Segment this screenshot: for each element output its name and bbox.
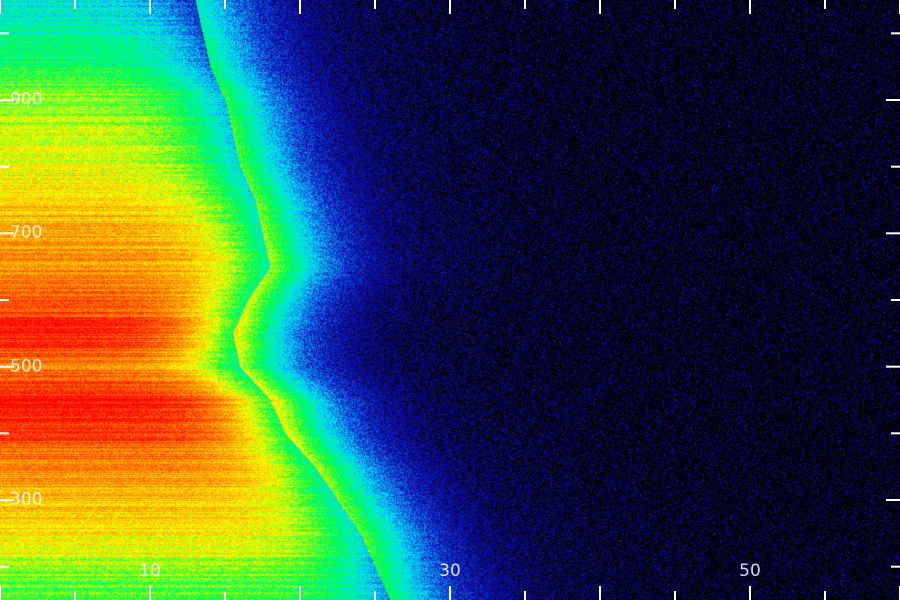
y-tick-label: 900 xyxy=(10,89,43,110)
spectrogram-heatmap xyxy=(0,0,900,600)
y-tick-label: 500 xyxy=(10,356,43,377)
y-tick-label: 700 xyxy=(10,222,43,243)
x-tick-label: 10 xyxy=(139,561,161,581)
x-tick-label: 30 xyxy=(439,561,461,581)
x-tick-label: 50 xyxy=(739,561,761,581)
y-tick-label: 300 xyxy=(10,489,43,510)
